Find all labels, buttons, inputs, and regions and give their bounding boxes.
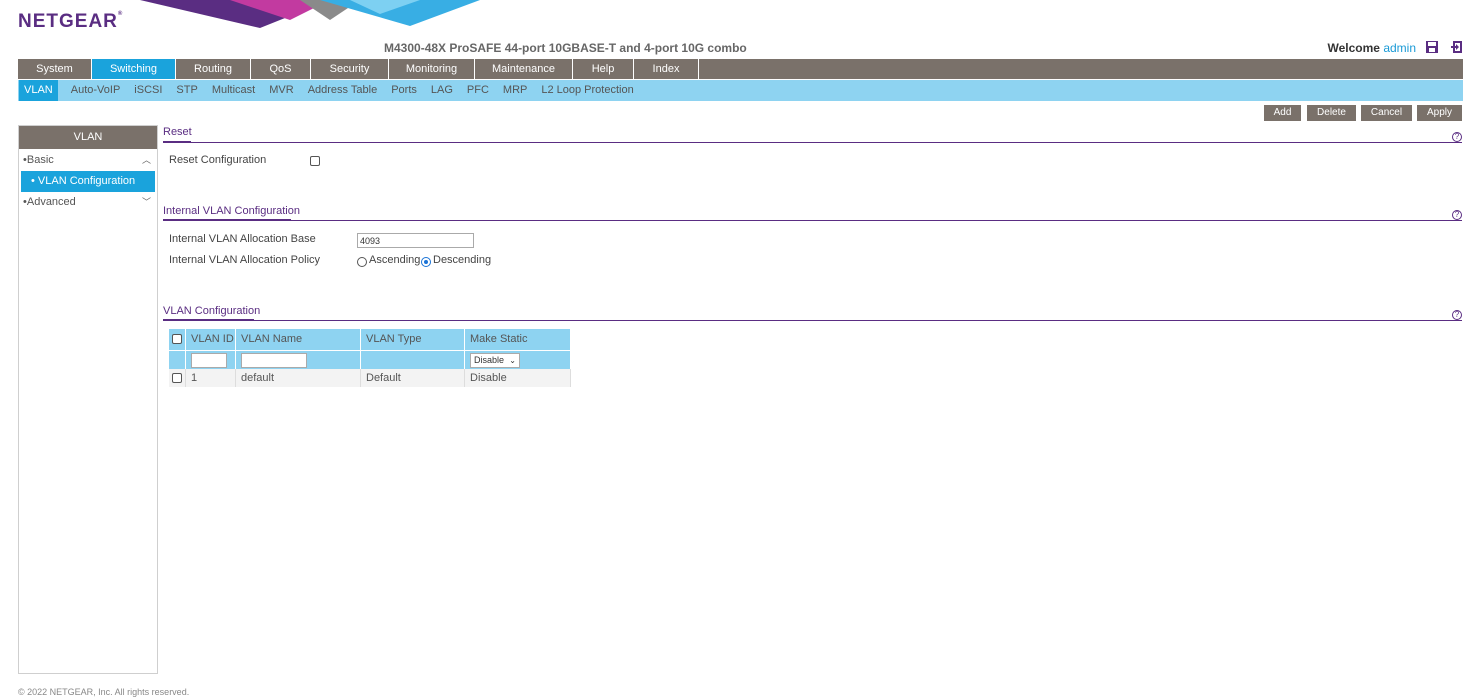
save-icon[interactable]: [1425, 40, 1439, 54]
reset-section-title: Reset: [163, 126, 192, 138]
filter-cell: [236, 350, 361, 369]
subtab-lag[interactable]: LAG: [431, 80, 453, 101]
sub-nav: VLAN Auto-VoIP iSCSI STP Multicast MVR A…: [18, 80, 1463, 101]
tab-monitoring[interactable]: Monitoring: [389, 59, 475, 79]
tab-maintenance[interactable]: Maintenance: [475, 59, 573, 79]
sidebar-item-vlan-configuration[interactable]: • VLAN Configuration: [21, 171, 155, 192]
main-nav: System Switching Routing QoS Security Mo…: [18, 59, 1463, 79]
help-icon[interactable]: ?: [1452, 310, 1462, 320]
subtab-vlan[interactable]: VLAN: [19, 80, 58, 101]
bullet-icon: •: [31, 175, 38, 187]
filter-cell: [361, 350, 465, 369]
column-header-vlan-type[interactable]: VLAN Type: [361, 329, 465, 350]
filter-cell: Disable ⌄: [465, 350, 571, 369]
sidebar-item-label: Basic: [26, 154, 54, 166]
cell-make-static: Disable: [465, 369, 571, 387]
username-link[interactable]: admin: [1383, 41, 1416, 55]
column-header-vlan-id[interactable]: VLAN ID: [186, 329, 236, 350]
delete-button[interactable]: Delete: [1307, 105, 1356, 121]
vlan-table: VLAN ID VLAN Name VLAN Type Make Static …: [169, 329, 571, 387]
section-divider: [163, 220, 1462, 221]
row-select-cell: [169, 369, 186, 387]
reset-configuration-label: Reset Configuration: [169, 154, 267, 166]
sidebar-item-advanced[interactable]: •Advanced ﹀: [19, 192, 157, 213]
subtab-multicast[interactable]: Multicast: [212, 80, 255, 101]
welcome-text: Welcome admin: [1328, 41, 1417, 55]
row-select-checkbox[interactable]: [172, 373, 182, 383]
descending-radio[interactable]: [421, 257, 431, 267]
subtab-pfc[interactable]: PFC: [467, 80, 489, 101]
tab-index[interactable]: Index: [634, 59, 699, 79]
apply-button[interactable]: Apply: [1417, 105, 1462, 121]
allocation-policy-label: Internal VLAN Allocation Policy: [169, 254, 321, 266]
cell-vlan-name: default: [236, 369, 361, 387]
tab-switching[interactable]: Switching: [92, 59, 176, 79]
vlan-id-filter-input[interactable]: [191, 353, 227, 368]
descending-label: Descending: [433, 254, 492, 266]
sidebar-title: VLAN: [19, 126, 157, 149]
vlan-name-filter-input[interactable]: [241, 353, 307, 368]
allocation-base-input[interactable]: [357, 233, 474, 248]
tab-help[interactable]: Help: [573, 59, 634, 79]
allocation-base-label: Internal VLAN Allocation Base: [169, 233, 316, 245]
chevron-up-icon: ︿: [141, 155, 151, 165]
subtab-ports[interactable]: Ports: [391, 80, 417, 101]
help-icon[interactable]: ?: [1452, 210, 1462, 220]
copyright-footer: © 2022 NETGEAR, Inc. All rights reserved…: [18, 687, 190, 697]
cell-vlan-id: 1: [186, 369, 236, 387]
subtab-mrp[interactable]: MRP: [503, 80, 527, 101]
subtab-auto-voip[interactable]: Auto-VoIP: [71, 80, 121, 101]
sidebar: VLAN •Basic ︿ • VLAN Configuration •Adva…: [18, 125, 158, 674]
add-button[interactable]: Add: [1264, 105, 1301, 121]
sidebar-item-label: VLAN Configuration: [37, 175, 136, 187]
tab-qos[interactable]: QoS: [251, 59, 311, 79]
netgear-logo: NETGEAR®: [18, 11, 124, 32]
vlan-config-section-title: VLAN Configuration: [163, 305, 261, 317]
subtab-address-table[interactable]: Address Table: [308, 80, 378, 101]
section-divider: [163, 142, 1462, 143]
table-header-row: VLAN ID VLAN Name VLAN Type Make Static: [169, 329, 571, 350]
cell-vlan-type: Default: [361, 369, 465, 387]
subtab-l2-loop-protection[interactable]: L2 Loop Protection: [541, 80, 633, 101]
table-filter-row: Disable ⌄: [169, 350, 571, 369]
logout-icon[interactable]: [1450, 40, 1464, 54]
reset-configuration-checkbox[interactable]: [310, 156, 320, 166]
sidebar-item-label: Advanced: [26, 196, 76, 208]
tab-system[interactable]: System: [18, 59, 92, 79]
select-all-checkbox[interactable]: [172, 334, 182, 344]
chevron-down-icon: ﹀: [141, 197, 151, 207]
help-icon[interactable]: ?: [1452, 132, 1462, 142]
ascending-radio[interactable]: [357, 257, 367, 267]
section-divider: [163, 320, 1462, 321]
chevron-down-icon: ⌄: [509, 356, 516, 365]
tab-security[interactable]: Security: [311, 59, 389, 79]
sidebar-item-basic[interactable]: •Basic ︿: [19, 150, 157, 171]
subtab-iscsi[interactable]: iSCSI: [134, 80, 162, 101]
device-title: M4300-48X ProSAFE 44-port 10GBASE-T and …: [384, 41, 747, 55]
make-static-filter-select[interactable]: Disable ⌄: [470, 353, 520, 368]
column-header-make-static[interactable]: Make Static: [465, 329, 571, 350]
column-header-vlan-name[interactable]: VLAN Name: [236, 329, 361, 350]
tab-routing[interactable]: Routing: [176, 59, 251, 79]
select-all-cell: [169, 329, 186, 350]
subtab-stp[interactable]: STP: [176, 80, 197, 101]
welcome-label: Welcome: [1327, 41, 1380, 55]
ascending-label: Ascending: [369, 254, 421, 266]
make-static-filter-value: Disable: [474, 355, 505, 365]
table-row[interactable]: 1 default Default Disable: [169, 369, 571, 387]
filter-cell: [186, 350, 236, 369]
subtab-mvr[interactable]: MVR: [269, 80, 293, 101]
cancel-button[interactable]: Cancel: [1361, 105, 1412, 121]
filter-cell: [169, 350, 186, 369]
internal-vlan-section-title: Internal VLAN Configuration: [163, 205, 300, 217]
